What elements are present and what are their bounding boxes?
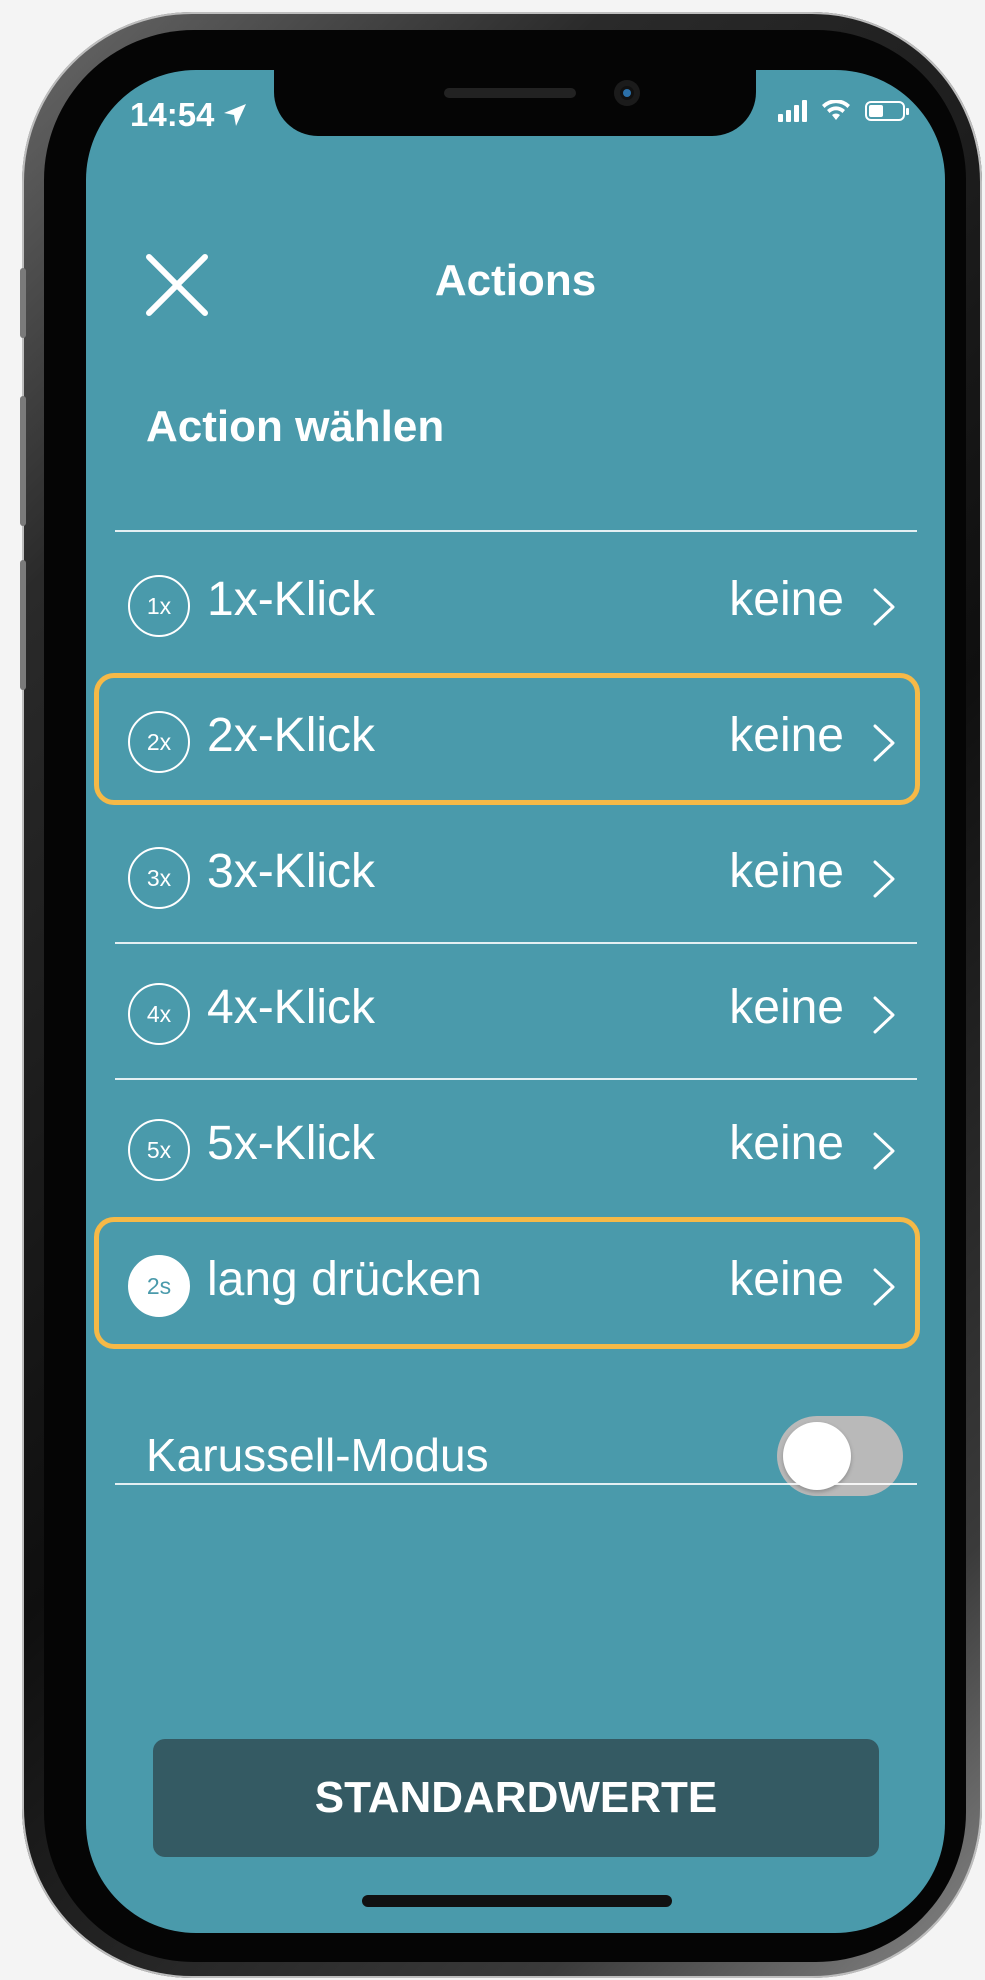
notch <box>274 70 756 136</box>
wifi-icon <box>822 100 850 120</box>
action-value: keine <box>729 1117 844 1170</box>
side-button-left-3 <box>20 560 26 690</box>
section-title: Action wählen <box>146 402 445 451</box>
battery-icon <box>865 101 909 121</box>
side-button-left-2 <box>20 396 26 526</box>
carousel-mode-label: Karussell-Modus <box>146 1429 489 1481</box>
action-label: 4x-Klick <box>207 981 376 1034</box>
default-values-button[interactable]: STANDARDWERTE <box>153 1739 879 1857</box>
location-arrow-icon <box>224 104 247 126</box>
highlight-frame <box>94 1217 920 1349</box>
action-label: 5x-Klick <box>207 1117 376 1170</box>
action-badge-icon: 1x <box>128 575 190 637</box>
chevron-right-icon <box>873 588 895 626</box>
action-value: keine <box>729 845 844 898</box>
action-row-1x[interactable]: 1x 1x-Klick keine <box>115 535 917 671</box>
action-value: keine <box>729 573 844 626</box>
divider <box>115 1483 917 1485</box>
action-row-3x[interactable]: 3x 3x-Klick keine <box>115 807 917 943</box>
side-button-left-1 <box>20 268 26 338</box>
status-time: 14:54 <box>130 96 248 134</box>
status-icons <box>778 100 909 122</box>
app-screen: 14:54 Actions Action wählen 1x 1x-Klick ke… <box>86 70 945 1933</box>
action-row-4x[interactable]: 4x 4x-Klick keine <box>115 943 917 1079</box>
action-row-5x[interactable]: 5x 5x-Klick keine <box>115 1079 917 1215</box>
status-time-text: 14:54 <box>130 96 215 133</box>
battery-level <box>869 105 883 117</box>
toggle-knob <box>783 1422 851 1490</box>
action-label: 3x-Klick <box>207 845 376 898</box>
home-indicator <box>362 1895 672 1907</box>
chevron-right-icon <box>873 1132 895 1170</box>
page-title: Actions <box>434 256 597 305</box>
divider <box>115 530 917 532</box>
action-badge-icon: 4x <box>128 983 190 1045</box>
action-label: 1x-Klick <box>207 573 376 626</box>
highlight-frame <box>94 673 920 805</box>
speaker-grille <box>444 88 576 98</box>
action-badge-icon: 3x <box>128 847 190 909</box>
chevron-right-icon <box>873 996 895 1034</box>
chevron-right-icon <box>873 860 895 898</box>
action-value: keine <box>729 981 844 1034</box>
front-camera <box>614 80 640 106</box>
cellular-signal-icon <box>778 100 807 122</box>
action-badge-icon: 5x <box>128 1119 190 1181</box>
